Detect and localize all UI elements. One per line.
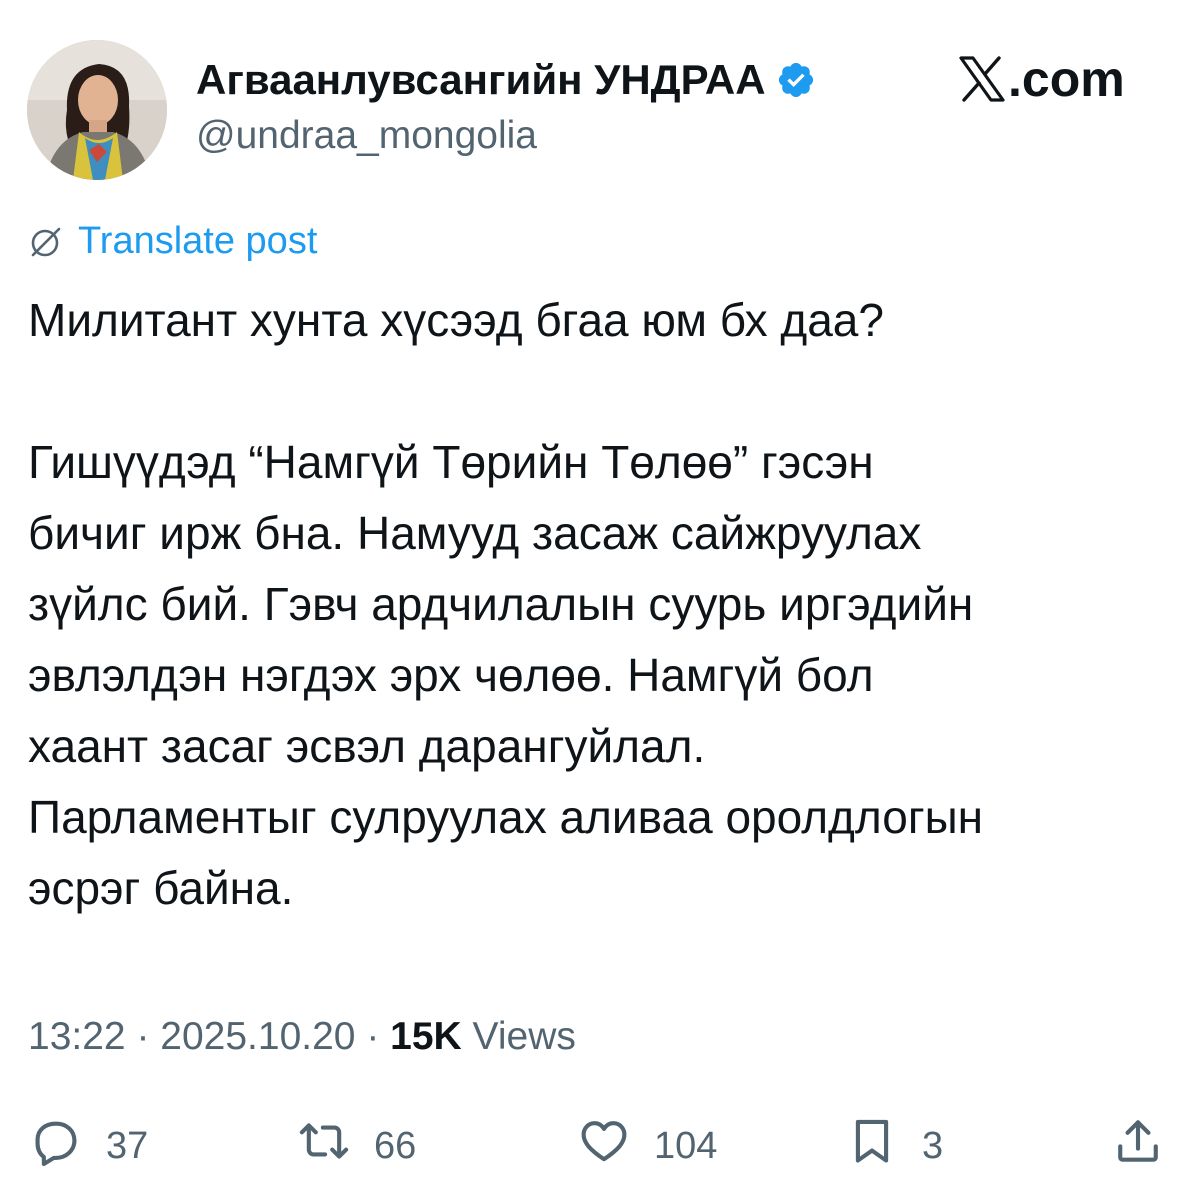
meta-separator-1: ·: [125, 1015, 161, 1058]
views-count[interactable]: 15K: [390, 1015, 462, 1058]
repost-icon: [298, 1115, 350, 1177]
views-label: Views: [461, 1015, 576, 1058]
post-paragraph-1: Милитант хунта хүсээд бгаа юм бх даа?: [28, 294, 884, 346]
bookmark-icon: [846, 1115, 898, 1177]
profile-photo-icon: [27, 40, 167, 180]
globe-icon: [28, 224, 64, 260]
author-handle[interactable]: @undraa_mongolia: [196, 114, 816, 158]
heart-icon: [578, 1115, 630, 1177]
share-icon: [1112, 1115, 1164, 1177]
reply-count: 37: [106, 1124, 149, 1167]
post-paragraph-2: Гишүүдэд “Намгүй Төрийн Төлөө” гэсэн бич…: [28, 436, 984, 914]
bookmark-button[interactable]: 3: [846, 1110, 943, 1182]
meta-separator-2: ·: [355, 1015, 391, 1058]
display-name[interactable]: Агваанлувсангийн УНДРАА: [196, 56, 766, 104]
reply-icon: [30, 1115, 82, 1177]
like-button[interactable]: 104: [578, 1110, 717, 1182]
site-brand: .com: [958, 50, 1125, 108]
repost-button[interactable]: 66: [298, 1110, 416, 1182]
reply-button[interactable]: 37: [30, 1110, 148, 1182]
post-time[interactable]: 13:22: [28, 1015, 126, 1058]
post-card: Агваанлувсангийн УНДРАА @undraa_mongolia…: [0, 0, 1200, 1188]
author-block: Агваанлувсангийн УНДРАА @undraa_mongolia: [196, 52, 816, 158]
action-bar: 37 66 104 3: [0, 1110, 1200, 1182]
post-text: Милитант хунта хүсээд бгаа юм бх даа? Ги…: [28, 285, 1178, 924]
repost-count: 66: [374, 1124, 417, 1167]
translate-post-link[interactable]: Translate post: [28, 220, 317, 263]
x-logo-icon: [958, 56, 1006, 102]
translate-post-label: Translate post: [78, 220, 318, 262]
post-meta: 13:22 · 2025.10.20 · 15K Views: [28, 1015, 576, 1059]
like-count: 104: [654, 1124, 718, 1167]
display-name-row: Агваанлувсангийн УНДРАА: [196, 52, 816, 108]
share-button[interactable]: [1112, 1110, 1164, 1182]
site-brand-label: .com: [1008, 51, 1125, 107]
post-date[interactable]: 2025.10.20: [160, 1015, 355, 1058]
bookmark-count: 3: [922, 1124, 944, 1167]
verified-badge-icon: [776, 60, 816, 100]
avatar[interactable]: [27, 40, 167, 180]
